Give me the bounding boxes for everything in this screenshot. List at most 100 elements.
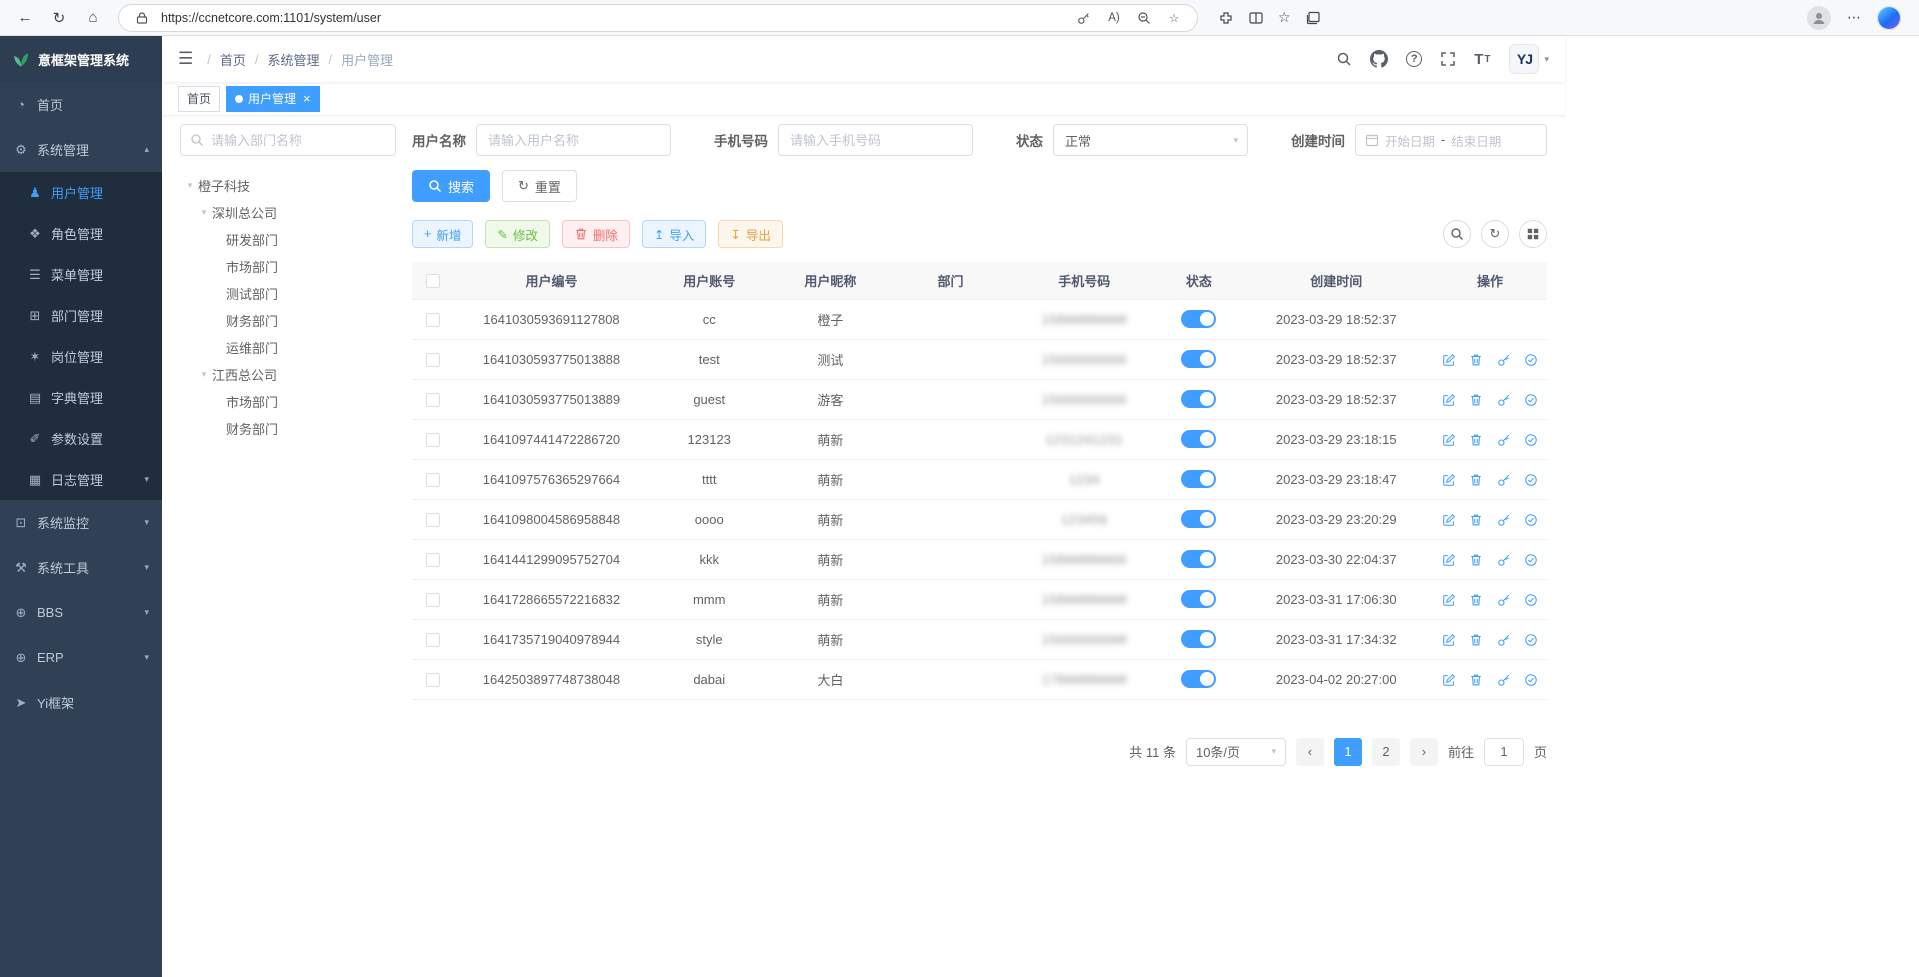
delete-icon[interactable] [1469, 353, 1483, 367]
assign-role-icon[interactable] [1524, 433, 1538, 447]
assign-role-icon[interactable] [1524, 673, 1538, 687]
github-icon[interactable] [1370, 50, 1388, 68]
reset-password-icon[interactable] [1497, 393, 1511, 407]
edit-icon[interactable] [1442, 633, 1456, 647]
delete-icon[interactable] [1469, 673, 1483, 687]
breadcrumb-item[interactable]: / 首页 [207, 50, 246, 69]
sidebar-item-system-monitor[interactable]: ⊡ 系统监控 ▾ [0, 500, 162, 545]
close-icon[interactable]: × [303, 92, 311, 105]
delete-icon[interactable] [1469, 513, 1483, 527]
delete-button[interactable]: 删除 [562, 220, 630, 248]
phone-input[interactable] [778, 124, 973, 156]
status-toggle[interactable] [1181, 630, 1216, 648]
delete-icon[interactable] [1469, 593, 1483, 607]
status-toggle[interactable] [1181, 590, 1216, 608]
reset-password-icon[interactable] [1497, 553, 1511, 567]
refresh-table-button[interactable]: ↻ [1481, 220, 1509, 248]
search-icon[interactable] [1336, 51, 1352, 67]
sidebar-toggle-icon[interactable]: ☰ [178, 49, 193, 69]
sidebar-item-dept-mgmt[interactable]: ⊞ 部门管理 [0, 295, 162, 336]
assign-role-icon[interactable] [1524, 593, 1538, 607]
edit-icon[interactable] [1442, 353, 1456, 367]
font-size-icon[interactable]: TT [1474, 51, 1491, 68]
delete-icon[interactable] [1469, 393, 1483, 407]
sidebar-item-bbs[interactable]: ⊕ BBS ▾ [0, 590, 162, 635]
prev-page-button[interactable]: ‹ [1296, 738, 1324, 766]
export-button[interactable]: ↧ 导出 [718, 220, 783, 248]
search-button[interactable]: 搜索 [412, 170, 490, 202]
select-all-checkbox[interactable] [426, 274, 440, 288]
assign-role-icon[interactable] [1524, 473, 1538, 487]
assign-role-icon[interactable] [1524, 353, 1538, 367]
sidebar-item-param-settings[interactable]: ✐ 参数设置 [0, 418, 162, 459]
status-toggle[interactable] [1181, 350, 1216, 368]
sidebar-item-log-mgmt[interactable]: ▦ 日志管理 ▾ [0, 459, 162, 500]
edit-icon[interactable] [1442, 433, 1456, 447]
reset-button[interactable]: ↻ 重置 [502, 170, 577, 202]
edit-icon[interactable] [1442, 673, 1456, 687]
edit-icon[interactable] [1442, 593, 1456, 607]
status-toggle[interactable] [1181, 670, 1216, 688]
tree-node[interactable]: ▾ 江西总公司 [180, 361, 396, 388]
favorites-bar-icon[interactable]: ☆ [1278, 9, 1291, 26]
delete-icon[interactable] [1469, 473, 1483, 487]
user-avatar-menu[interactable]: YJ ▾ [1509, 44, 1549, 74]
page-size-select[interactable]: 10条/页 ▾ [1186, 738, 1286, 766]
tab-home[interactable]: 首页 [178, 86, 220, 112]
tree-node[interactable]: 测试部门 [180, 280, 396, 307]
sidebar-item-post-mgmt[interactable]: ✶ 岗位管理 [0, 336, 162, 377]
toggle-search-button[interactable] [1443, 220, 1471, 248]
sidebar-item-yi-framework[interactable]: ➤ Yi框架 [0, 680, 162, 725]
reset-password-icon[interactable] [1497, 673, 1511, 687]
page-number-button[interactable]: 1 [1334, 738, 1362, 766]
browser-back-button[interactable]: ← [10, 4, 40, 32]
assign-role-icon[interactable] [1524, 553, 1538, 567]
reset-password-icon[interactable] [1497, 473, 1511, 487]
row-checkbox[interactable] [426, 473, 440, 487]
row-checkbox[interactable] [426, 313, 440, 327]
edit-icon[interactable] [1442, 473, 1456, 487]
status-toggle[interactable] [1181, 430, 1216, 448]
browser-refresh-button[interactable]: ↻ [44, 4, 74, 32]
breadcrumb-item[interactable]: / 用户管理 [329, 50, 394, 69]
reset-password-icon[interactable] [1497, 633, 1511, 647]
sidebar-item-dict-mgmt[interactable]: ▤ 字典管理 [0, 377, 162, 418]
reset-password-icon[interactable] [1497, 593, 1511, 607]
column-settings-button[interactable] [1519, 220, 1547, 248]
help-icon[interactable]: ? [1406, 51, 1422, 67]
date-range-picker[interactable]: 开始日期 - 结束日期 [1355, 124, 1547, 156]
browser-more-icon[interactable]: ⋯ [1847, 9, 1861, 26]
tree-node[interactable]: 市场部门 [180, 253, 396, 280]
delete-icon[interactable] [1469, 633, 1483, 647]
sidebar-item-system-mgmt[interactable]: ⚙ 系统管理 ▴ [0, 127, 162, 172]
modify-button[interactable]: ✎ 修改 [485, 220, 550, 248]
reset-password-icon[interactable] [1497, 433, 1511, 447]
tab-user-management[interactable]: 用户管理 × [226, 86, 320, 112]
assign-role-icon[interactable] [1524, 513, 1538, 527]
status-toggle[interactable] [1181, 310, 1216, 328]
tree-node[interactable]: 运维部门 [180, 334, 396, 361]
reset-password-icon[interactable] [1497, 353, 1511, 367]
delete-icon[interactable] [1469, 433, 1483, 447]
add-favorite-icon[interactable]: ☆ [1163, 7, 1185, 29]
sidebar-item-role-mgmt[interactable]: ❖ 角色管理 [0, 213, 162, 254]
edit-icon[interactable] [1442, 513, 1456, 527]
status-toggle[interactable] [1181, 390, 1216, 408]
username-input[interactable] [476, 124, 671, 156]
fullscreen-icon[interactable] [1440, 51, 1456, 67]
address-bar[interactable]: https://ccnetcore.com:1101/system/user A… [118, 4, 1198, 32]
password-key-icon[interactable] [1073, 7, 1095, 29]
sidebar-item-menu-mgmt[interactable]: ☰ 菜单管理 [0, 254, 162, 295]
zoom-icon[interactable] [1133, 7, 1155, 29]
copilot-icon[interactable] [1877, 6, 1901, 30]
read-aloud-icon[interactable]: A) [1103, 7, 1125, 29]
sidebar-item-erp[interactable]: ⊕ ERP ▾ [0, 635, 162, 680]
status-select[interactable]: 正常 ▾ [1053, 124, 1248, 156]
split-screen-icon[interactable] [1248, 10, 1264, 26]
row-checkbox[interactable] [426, 433, 440, 447]
breadcrumb-item[interactable]: / 系统管理 [255, 50, 320, 69]
browser-profile-avatar[interactable] [1807, 6, 1831, 30]
row-checkbox[interactable] [426, 673, 440, 687]
reset-password-icon[interactable] [1497, 513, 1511, 527]
delete-icon[interactable] [1469, 553, 1483, 567]
